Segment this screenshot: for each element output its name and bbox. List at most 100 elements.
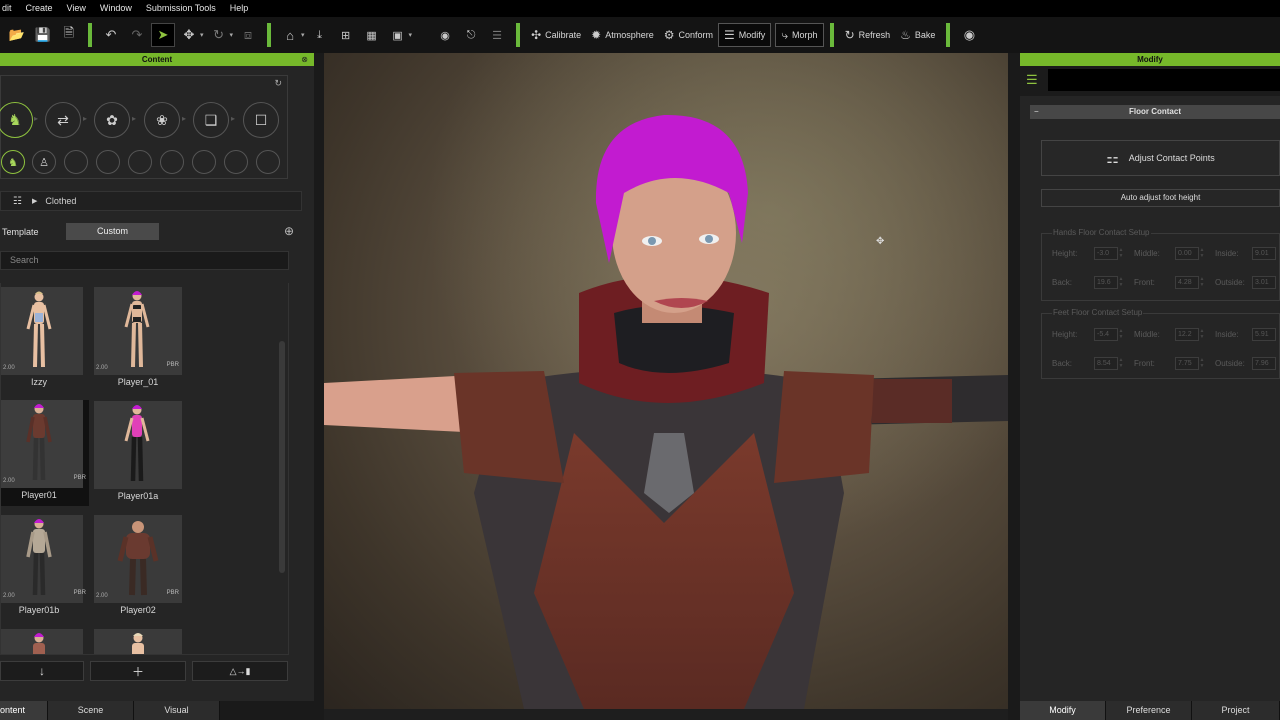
replace-icon[interactable]: △→▮ xyxy=(192,661,288,681)
floor-contact-section-header[interactable]: − Floor Contact xyxy=(1030,105,1280,119)
focus-icon[interactable]: ▦ xyxy=(360,23,384,47)
sub-category-slot[interactable] xyxy=(192,150,216,174)
tab-project[interactable]: Project xyxy=(1192,701,1280,720)
scale-icon[interactable]: ⧈ xyxy=(236,23,260,47)
hands-back-field[interactable]: 19.6 xyxy=(1094,276,1118,289)
chevron-down-circle-icon[interactable]: ⊕ xyxy=(284,223,294,240)
category-skin-icon[interactable]: ✿ xyxy=(94,102,130,138)
content-item-izzy[interactable]: 2.00 Izzy xyxy=(1,287,89,393)
save-icon[interactable]: 💾 xyxy=(31,23,55,47)
download-icon[interactable]: ↓ xyxy=(0,661,84,681)
hands-height-field[interactable]: -3.0 xyxy=(1094,247,1118,260)
sub-category-slot[interactable] xyxy=(96,150,120,174)
feet-height-field[interactable]: -5.4 xyxy=(1094,328,1118,341)
chevron-right-icon[interactable]: ▶ xyxy=(32,197,37,205)
left-splitter[interactable] xyxy=(314,53,324,720)
hands-middle-field[interactable]: 0.00 xyxy=(1175,247,1199,260)
spinner-icon[interactable]: ▲ ▼ xyxy=(1199,357,1205,370)
category-cloth-icon[interactable]: ❑ xyxy=(193,102,229,138)
download-icon[interactable]: ⤓ xyxy=(308,23,332,47)
sub-category-slot[interactable] xyxy=(256,150,280,174)
modify-button[interactable]: ☰ Modify xyxy=(718,23,772,47)
refresh-icon[interactable]: ↻ xyxy=(274,78,282,89)
add-icon[interactable]: ＋ xyxy=(90,661,186,681)
feet-back-field[interactable]: 8.54 xyxy=(1094,357,1118,370)
tree-icon[interactable]: ☷ xyxy=(13,196,22,207)
content-item-player01b[interactable]: 2.00 PBR Player01b xyxy=(1,515,89,621)
zoom-frame-icon[interactable]: ⊞ xyxy=(334,23,358,47)
open-icon[interactable]: 📂 xyxy=(5,23,29,47)
hands-inside-field[interactable]: 9.01 xyxy=(1252,247,1276,260)
spinner-icon[interactable]: ▲ ▼ xyxy=(1199,328,1205,341)
wire-icon[interactable]: ☰ xyxy=(485,23,509,47)
sub-category-all-icon[interactable]: ♞ xyxy=(1,150,25,174)
sub-category-base-icon[interactable]: ♙ xyxy=(32,150,56,174)
tab-visual[interactable]: Visual xyxy=(134,701,220,720)
content-item-player-01[interactable]: 2.00 PBR Player_01 xyxy=(94,287,182,393)
tab-scene[interactable]: Scene xyxy=(48,701,134,720)
home-icon[interactable]: ⌂ xyxy=(278,23,302,47)
spinner-icon[interactable]: ▲ ▼ xyxy=(1118,247,1124,260)
category-hair-icon[interactable]: ❀ xyxy=(144,102,180,138)
spinner-icon[interactable]: ▲ ▼ xyxy=(1118,357,1124,370)
chevron-down-icon[interactable]: ▾ xyxy=(200,31,204,39)
feet-inside-field[interactable]: 5.91 xyxy=(1252,328,1276,341)
spinner-icon[interactable]: ▲ ▼ xyxy=(1199,247,1205,260)
select-icon[interactable]: ➤ xyxy=(151,23,175,47)
rotate-icon[interactable]: ↻ xyxy=(207,23,231,47)
tab-template[interactable]: Template xyxy=(2,224,39,241)
bake-button[interactable]: ♨ Bake xyxy=(895,23,940,47)
sub-category-slot[interactable] xyxy=(224,150,248,174)
chevron-down-icon[interactable]: ▾ xyxy=(301,31,305,39)
menu-view[interactable]: View xyxy=(60,0,93,17)
chevron-down-icon[interactable]: ▾ xyxy=(230,31,234,39)
3d-viewport[interactable]: ✥ xyxy=(324,53,1008,709)
hands-outside-field[interactable]: 3.01 xyxy=(1252,276,1276,289)
sub-category-slot[interactable] xyxy=(64,150,88,174)
menu-submission-tools[interactable]: Submission Tools xyxy=(139,0,223,17)
content-item-player01[interactable]: 2.00 PBR Player01 xyxy=(1,400,89,506)
sub-category-slot[interactable] xyxy=(128,150,152,174)
eye-icon[interactable]: ◉ xyxy=(433,23,457,47)
feet-front-field[interactable]: 7.75 xyxy=(1175,357,1199,370)
plugin-icon[interactable]: ◉ xyxy=(957,23,981,47)
menu-edit[interactable]: dit xyxy=(0,0,19,17)
breadcrumb-label[interactable]: Clothed xyxy=(45,196,76,206)
spinner-icon[interactable]: ▲ ▼ xyxy=(1118,328,1124,341)
atmosphere-button[interactable]: ✹ Atmosphere xyxy=(586,23,659,47)
category-morph-icon[interactable]: ⇄ xyxy=(45,102,81,138)
auto-adjust-foot-height-button[interactable]: Auto adjust foot height xyxy=(1041,189,1280,207)
content-item-partial[interactable] xyxy=(1,629,89,654)
spinner-icon[interactable]: ▲ ▼ xyxy=(1199,276,1205,289)
category-accessory-icon[interactable]: ☐ xyxy=(243,102,279,138)
move-icon[interactable]: ✥ xyxy=(177,23,201,47)
chevron-down-icon[interactable]: ▾ xyxy=(409,31,413,39)
tab-custom[interactable]: Custom xyxy=(66,223,159,240)
content-scrollbar[interactable] xyxy=(279,341,285,573)
feet-middle-field[interactable]: 12.2 xyxy=(1175,328,1199,341)
tab-content[interactable]: ontent xyxy=(0,701,48,720)
feet-outside-field[interactable]: 7.96 xyxy=(1252,357,1276,370)
adjust-contact-points-button[interactable]: ⚏ Adjust Contact Points xyxy=(1041,140,1280,176)
content-item-player01a[interactable]: Player01a xyxy=(94,401,182,507)
redo-icon[interactable]: ↷ xyxy=(125,23,149,47)
sliders-icon[interactable]: ☰ xyxy=(1026,72,1038,88)
close-icon[interactable]: ⊗ xyxy=(301,53,308,66)
menu-create[interactable]: Create xyxy=(19,0,60,17)
refresh-button[interactable]: ↻ Refresh xyxy=(840,23,896,47)
hands-front-field[interactable]: 4.28 xyxy=(1175,276,1199,289)
calibrate-button[interactable]: ✣ Calibrate xyxy=(526,23,586,47)
sub-category-slot[interactable] xyxy=(160,150,184,174)
category-character-icon[interactable]: ♞ xyxy=(0,102,33,138)
spinner-icon[interactable]: ▲ ▼ xyxy=(1118,276,1124,289)
collapse-icon[interactable]: − xyxy=(1034,105,1039,119)
content-item-player02[interactable]: 2.00 PBR Player02 xyxy=(94,515,182,621)
content-item-partial[interactable] xyxy=(94,629,182,654)
tab-preference[interactable]: Preference xyxy=(1106,701,1192,720)
export-icon[interactable]: 🗎 xyxy=(57,23,81,47)
search-input[interactable]: Search xyxy=(0,251,289,270)
morph-button[interactable]: ⤷ Morph xyxy=(775,23,824,47)
undo-icon[interactable]: ↶ xyxy=(99,23,123,47)
fit-view-icon[interactable]: ▣ xyxy=(386,23,410,47)
menu-help[interactable]: Help xyxy=(223,0,256,17)
